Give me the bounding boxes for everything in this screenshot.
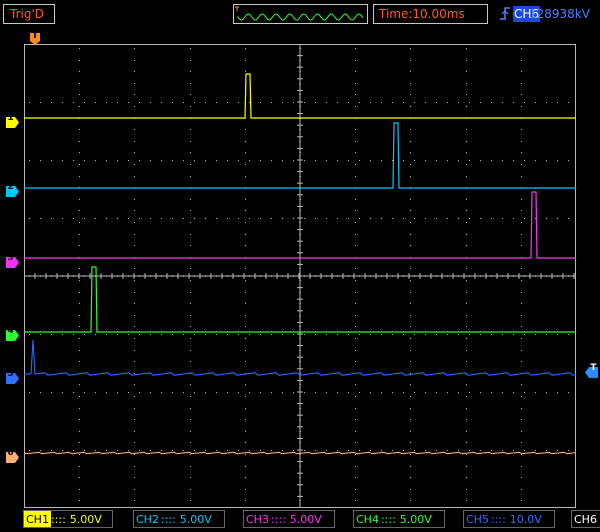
channel-status-bar: CH1:::: 5.00V CH2:::: 5.00V CH3:::: 5.00V C… <box>0 508 600 532</box>
oscilloscope-screen: Trig'D Time:10.00ms CH6 128938kV T T 1 2… <box>0 0 600 532</box>
ch1-name: CH1 <box>24 511 51 527</box>
ch6-scale-label[interactable]: CH6 <box>571 510 600 528</box>
ch2-scale-label[interactable]: CH2:::: 5.00V <box>133 510 225 528</box>
ch6-marker[interactable]: 6 <box>6 448 19 463</box>
ch6-name: CH6 <box>574 513 597 526</box>
ch5-marker[interactable]: 5 <box>6 369 19 384</box>
ch2-name: CH2 <box>136 513 159 526</box>
trigger-level-marker[interactable]: T <box>585 363 598 378</box>
waveform-overview-icon <box>235 6 364 21</box>
ch4-marker[interactable]: 4 <box>6 326 19 341</box>
waveform-overview[interactable] <box>233 4 368 24</box>
trigger-position-marker[interactable]: T <box>30 31 43 45</box>
ch1-scale-label[interactable]: CH1:::: 5.00V <box>23 510 113 528</box>
ch1-marker[interactable]: 1 <box>6 113 19 128</box>
rising-edge-icon <box>500 7 510 20</box>
trigger-level: 128938kV <box>529 7 590 21</box>
ch5-scale-label[interactable]: CH5:::: 10.0V <box>463 510 555 528</box>
timebase-label: Time:10.00ms <box>379 7 465 21</box>
trigger-status: Trig'D <box>10 7 44 21</box>
ch2-marker[interactable]: 2 <box>6 182 19 197</box>
trigger-source-box[interactable]: CH6 128938kV <box>496 4 600 24</box>
timebase-box[interactable]: Time:10.00ms <box>373 4 488 24</box>
ch4-name: CH4 <box>356 513 379 526</box>
ch3-scale-label[interactable]: CH3:::: 5.00V <box>243 510 335 528</box>
ch3-marker[interactable]: 3 <box>6 253 19 268</box>
ch5-name: CH5 <box>466 513 489 526</box>
waveform-grid <box>24 44 576 508</box>
ch3-name: CH3 <box>246 513 269 526</box>
ch4-scale-label[interactable]: CH4:::: 5.00V <box>353 510 445 528</box>
trigger-status-box: Trig'D <box>3 4 55 24</box>
